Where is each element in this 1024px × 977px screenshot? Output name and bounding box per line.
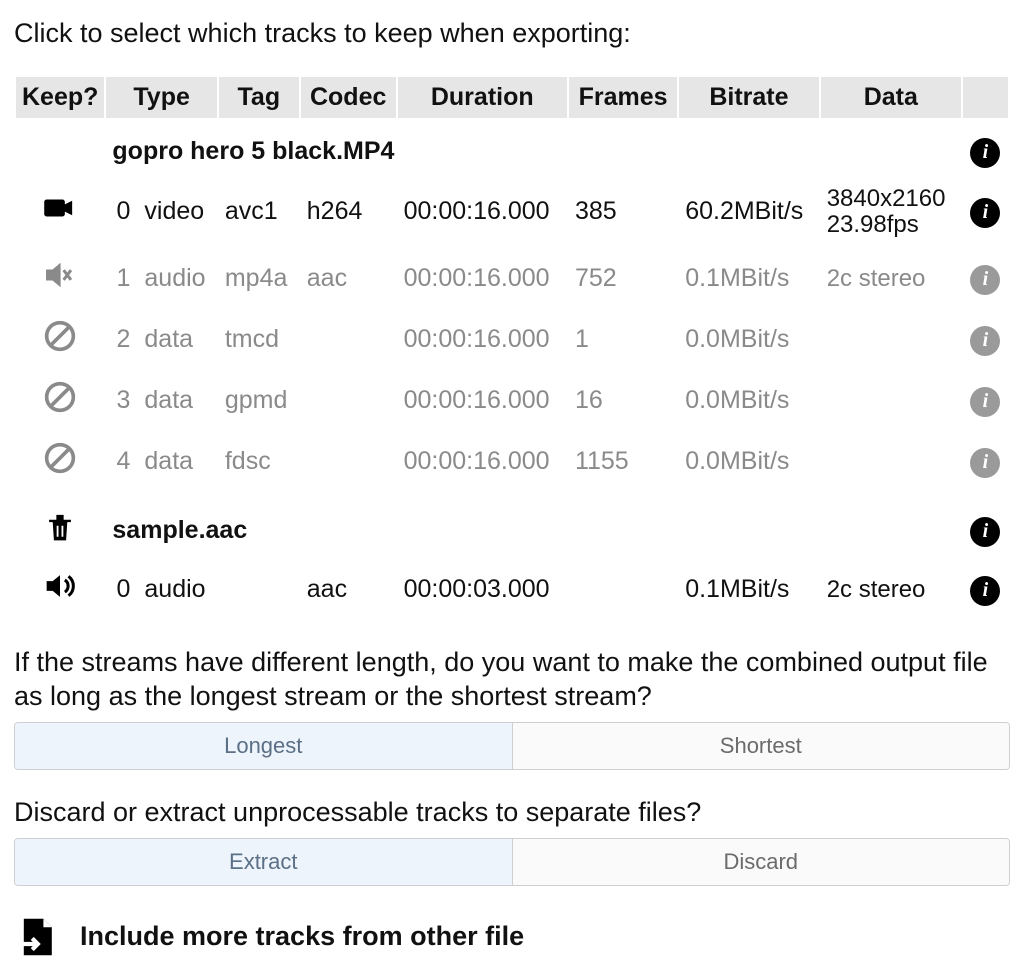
track-type: data xyxy=(138,431,216,492)
track-type: data xyxy=(138,370,216,431)
col-keep: Keep? xyxy=(16,77,104,118)
track-frames: 1 xyxy=(569,309,677,370)
track-data: 3840x216023.98fps xyxy=(821,176,961,249)
discard-option-discard[interactable]: Discard xyxy=(512,839,1010,885)
include-more-button[interactable]: Include more tracks from other file xyxy=(14,916,1010,958)
track-bitrate: 0.1MBit/s xyxy=(679,559,819,620)
col-codec: Codec xyxy=(301,77,396,118)
file-name: gopro hero 5 black.MP4 xyxy=(106,118,961,176)
track-codec: aac xyxy=(301,248,396,309)
file-import-icon xyxy=(14,916,56,958)
track-data: 2c stereo xyxy=(821,559,961,620)
track-frames: 1155 xyxy=(569,431,677,492)
track-row: 2datatmcd 00:00:16.00010.0MBit/s i xyxy=(16,309,1008,370)
track-data xyxy=(821,309,961,370)
track-frames: 385 xyxy=(569,176,677,249)
track-row: 1audiomp4aaac00:00:16.0007520.1MBit/s2c … xyxy=(16,248,1008,309)
track-duration: 00:00:16.000 xyxy=(398,248,567,309)
dialog-heading: Click to select which tracks to keep whe… xyxy=(14,18,1010,49)
track-type: audio xyxy=(138,559,216,620)
length-option-shortest[interactable]: Shortest xyxy=(512,723,1010,769)
info-icon[interactable]: i xyxy=(970,265,1000,295)
track-duration: 00:00:03.000 xyxy=(398,559,567,620)
track-index: 1 xyxy=(106,248,136,309)
info-icon[interactable]: i xyxy=(970,198,1000,228)
track-row: 0audio aac00:00:03.000 0.1MBit/s2c stereo i xyxy=(16,559,1008,620)
track-tag: tmcd xyxy=(219,309,299,370)
discard-option-extract[interactable]: Extract xyxy=(15,839,512,885)
track-index: 4 xyxy=(106,431,136,492)
track-codec xyxy=(301,309,396,370)
ban-icon[interactable] xyxy=(43,453,77,481)
track-codec: aac xyxy=(301,559,396,620)
length-option-longest[interactable]: Longest xyxy=(15,723,512,769)
track-frames: 752 xyxy=(569,248,677,309)
info-icon[interactable]: i xyxy=(970,576,1000,606)
track-duration: 00:00:16.000 xyxy=(398,309,567,370)
discard-question: Discard or extract unprocessable tracks … xyxy=(14,796,1010,830)
col-data: Data xyxy=(821,77,961,118)
track-duration: 00:00:16.000 xyxy=(398,431,567,492)
track-codec xyxy=(301,431,396,492)
track-tag: avc1 xyxy=(219,176,299,249)
col-duration: Duration xyxy=(398,77,567,118)
col-info xyxy=(963,77,1008,118)
file-name: sample.aac xyxy=(106,492,961,559)
track-index: 3 xyxy=(106,370,136,431)
tracks-table: Keep? Type Tag Codec Duration Frames Bit… xyxy=(14,77,1010,620)
track-bitrate: 0.1MBit/s xyxy=(679,248,819,309)
track-data: 2c stereo xyxy=(821,248,961,309)
track-index: 0 xyxy=(106,176,136,249)
track-frames xyxy=(569,559,677,620)
track-row: 3datagpmd 00:00:16.000160.0MBit/s i xyxy=(16,370,1008,431)
col-frames: Frames xyxy=(569,77,677,118)
track-frames: 16 xyxy=(569,370,677,431)
info-icon[interactable]: i xyxy=(970,387,1000,417)
track-index: 2 xyxy=(106,309,136,370)
track-tag: mp4a xyxy=(219,248,299,309)
ban-icon[interactable] xyxy=(43,392,77,420)
track-duration: 00:00:16.000 xyxy=(398,370,567,431)
track-bitrate: 0.0MBit/s xyxy=(679,370,819,431)
video-icon[interactable] xyxy=(43,203,77,231)
track-bitrate: 0.0MBit/s xyxy=(679,309,819,370)
col-bitrate: Bitrate xyxy=(679,77,819,118)
ban-icon[interactable] xyxy=(43,331,77,359)
col-type: Type xyxy=(106,77,216,118)
info-icon[interactable]: i xyxy=(970,138,1000,168)
info-icon[interactable]: i xyxy=(970,448,1000,478)
track-tag: fdsc xyxy=(219,431,299,492)
track-data xyxy=(821,431,961,492)
track-tag xyxy=(219,559,299,620)
track-bitrate: 60.2MBit/s xyxy=(679,176,819,249)
track-type: audio xyxy=(138,248,216,309)
track-type: data xyxy=(138,309,216,370)
discard-segbar: Extract Discard xyxy=(14,838,1010,886)
track-type: video xyxy=(138,176,216,249)
track-index: 0 xyxy=(106,559,136,620)
track-codec: h264 xyxy=(301,176,396,249)
track-duration: 00:00:16.000 xyxy=(398,176,567,249)
audio-on-icon[interactable] xyxy=(43,581,77,609)
length-question: If the streams have different length, do… xyxy=(14,646,1010,714)
track-row: 0videoavc1h26400:00:16.00038560.2MBit/s3… xyxy=(16,176,1008,249)
track-row: 4datafdsc 00:00:16.00011550.0MBit/s i xyxy=(16,431,1008,492)
track-codec xyxy=(301,370,396,431)
info-icon[interactable]: i xyxy=(970,326,1000,356)
col-tag: Tag xyxy=(219,77,299,118)
track-tag: gpmd xyxy=(219,370,299,431)
trash-icon[interactable] xyxy=(43,522,77,550)
track-data xyxy=(821,370,961,431)
include-more-label: Include more tracks from other file xyxy=(80,921,524,952)
audio-mute-icon[interactable] xyxy=(43,270,77,298)
file-row: sample.aac i xyxy=(16,492,1008,559)
info-icon[interactable]: i xyxy=(970,517,1000,547)
track-bitrate: 0.0MBit/s xyxy=(679,431,819,492)
length-segbar: Longest Shortest xyxy=(14,722,1010,770)
file-row: gopro hero 5 black.MP4 i xyxy=(16,118,1008,176)
